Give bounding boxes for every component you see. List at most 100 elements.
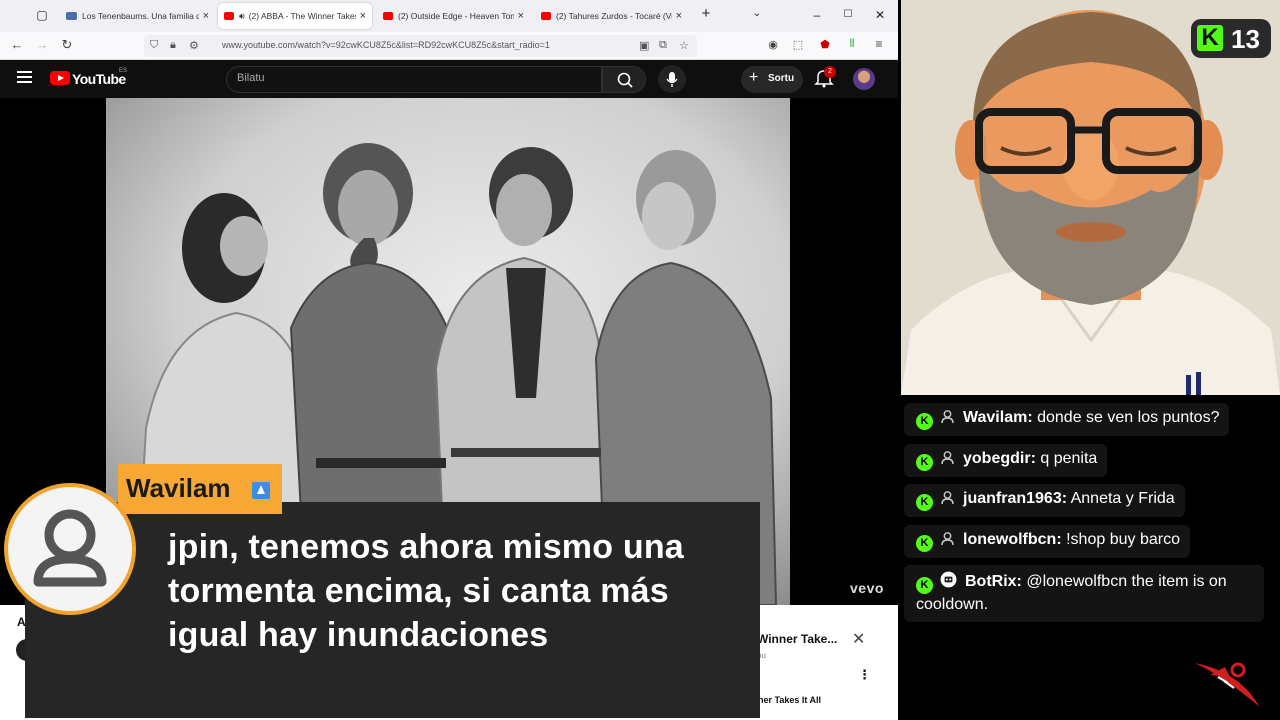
tab-overview-icon[interactable]: ▢ <box>34 8 50 22</box>
youtube-favicon-icon <box>224 12 234 20</box>
voice-search-button[interactable] <box>658 65 686 93</box>
address-bar[interactable]: ⛉ 🔒︎ ⚙ www.youtube.com/watch?v=92cwKCU8Z… <box>144 35 697 57</box>
create-button[interactable]: + Sortu <box>741 66 803 93</box>
plus-icon: + <box>749 69 759 86</box>
new-tab-icon[interactable]: + <box>698 5 714 22</box>
bookmark-star-icon[interactable]: ☆ <box>679 39 689 52</box>
back-icon[interactable]: ← <box>9 37 25 52</box>
more-options-icon[interactable]: ⋮ <box>858 667 871 683</box>
rocket-emote-icon <box>1195 662 1260 707</box>
tab-tenenbaums[interactable]: Los Tenenbaums. Una familia de × <box>60 3 215 29</box>
tab-abba[interactable]: 🔊︎ (2) ABBA - The Winner Takes × <box>218 3 372 29</box>
close-tab-icon[interactable]: × <box>360 10 366 22</box>
default-user-icon <box>33 509 107 587</box>
user-icon <box>941 451 954 465</box>
search-button[interactable] <box>602 66 646 93</box>
tab-label: Los Tenenbaums. Una familia de <box>82 11 199 21</box>
create-label: Sortu <box>768 73 795 84</box>
search-box[interactable] <box>226 66 602 93</box>
chat-message: K Wavilam: donde se ven los puntos? <box>904 403 1230 436</box>
playlist-title[interactable]: Winner Take... <box>757 632 837 646</box>
alert-avatar <box>4 483 136 615</box>
extensions-icon[interactable]: ⬚ <box>790 38 806 51</box>
hamburger-menu-icon[interactable] <box>17 71 32 83</box>
microphone-icon <box>666 72 678 87</box>
user-icon <box>941 410 954 424</box>
kick-icon: K <box>916 535 933 552</box>
minimize-icon[interactable]: – <box>809 8 825 22</box>
screenshot-icon[interactable]: ⧉ <box>659 39 667 52</box>
chat-username[interactable]: yobegdir: <box>963 450 1036 467</box>
chat-text: !shop buy barco <box>1066 531 1180 548</box>
chat-text: Anneta y Frida <box>1070 490 1175 507</box>
user-icon <box>941 532 954 546</box>
chat-username[interactable]: lonewolfbcn: <box>963 531 1062 548</box>
close-window-icon[interactable]: ✕ <box>872 8 888 22</box>
speaker-icon[interactable]: 🔊︎ <box>239 11 245 22</box>
audio-extension-icon[interactable]: ⦀ <box>844 38 860 51</box>
menu-icon[interactable]: ≡ <box>871 37 887 51</box>
youtube-favicon-icon <box>383 12 393 20</box>
user-avatar[interactable] <box>853 68 875 90</box>
kick-icon: K <box>916 577 933 594</box>
vevo-watermark: vevo <box>850 580 884 596</box>
close-icon[interactable]: ✕ <box>852 629 865 649</box>
youtube-wordmark[interactable]: YouTube <box>72 71 126 87</box>
viewer-count-badge: K 13 <box>1191 19 1271 58</box>
kick-icon: K <box>916 494 933 511</box>
playlist-panel[interactable]: Winner Take... ou ✕ ⋮ ner Takes It All <box>750 625 880 720</box>
close-tab-icon[interactable]: × <box>518 10 524 22</box>
reload-icon[interactable]: ↻ <box>59 37 75 53</box>
viewer-count: 13 <box>1231 24 1260 54</box>
chat-username[interactable]: juanfran1963: <box>963 490 1067 507</box>
kick-logo-icon: K <box>1197 25 1223 51</box>
lock-icon[interactable]: 🔒︎ <box>170 39 176 52</box>
tab-list-chevron-icon[interactable]: ⌄ <box>749 8 765 19</box>
webcam-feed <box>901 0 1280 395</box>
kick-icon: K <box>916 454 933 471</box>
chat-message: Kjuanfran1963: Anneta y Frida <box>904 484 1185 517</box>
chat-text: q penita <box>1040 450 1098 467</box>
adblock-icon[interactable]: ⬟ <box>817 38 833 51</box>
chat-text: @lonewolfbcn the item is on cooldown. <box>916 573 1227 613</box>
region-code: ES <box>119 68 128 74</box>
kick-icon: K <box>916 413 933 430</box>
search-icon <box>617 72 633 88</box>
picture-in-picture-icon[interactable]: ▣ <box>639 39 649 52</box>
tab-favicon-icon <box>66 12 77 20</box>
chat-message: Klonewolfbcn: !shop buy barco <box>904 525 1190 558</box>
youtube-logo-icon[interactable] <box>50 71 70 85</box>
close-tab-icon[interactable]: × <box>676 10 682 22</box>
tab-outside-edge[interactable]: (2) Outside Edge - Heaven Tonic × <box>377 3 530 29</box>
alert-username: Wavilam <box>126 473 231 503</box>
youtube-header: YouTube ES + Sortu <box>0 60 898 98</box>
chat-username[interactable]: BotRix: <box>965 573 1022 590</box>
tab-label: (2) Outside Edge - Heaven Tonic <box>398 11 514 21</box>
chat-username[interactable]: Wavilam: <box>963 409 1033 426</box>
alert-username-tag: Wavilam <box>118 464 282 514</box>
tab-label: (2) Tahures Zurdos - Tocaré (Vid <box>556 11 672 21</box>
tab-bar: ▢ Los Tenenbaums. Una familia de × 🔊︎ (2… <box>0 0 898 32</box>
chat-message: Kyobegdir: q penita <box>904 444 1108 477</box>
tab-label: (2) ABBA - The Winner Takes <box>248 11 356 21</box>
subscriber-badge-icon <box>252 482 270 499</box>
navigation-bar: ← → ↻ ⛉ 🔒︎ ⚙ www.youtube.com/watch?v=92c… <box>0 32 898 60</box>
forward-icon[interactable]: → <box>34 37 50 52</box>
notification-count-badge: 2 <box>824 66 836 78</box>
url-text: www.youtube.com/watch?v=92cwKCU8Z5c&list… <box>222 40 550 50</box>
youtube-favicon-icon <box>541 12 551 20</box>
search-input[interactable] <box>237 72 577 84</box>
screen: ▢ Los Tenenbaums. Una familia de × 🔊︎ (2… <box>0 0 1280 720</box>
close-tab-icon[interactable]: × <box>203 10 209 22</box>
playlist-item-title[interactable]: ner Takes It All <box>758 695 821 705</box>
maximize-icon[interactable]: ☐ <box>840 9 856 20</box>
user-icon <box>941 491 954 505</box>
alert-message: jpin, tenemos ahora mismo una tormenta e… <box>168 528 684 654</box>
shield-icon[interactable]: ⛉ <box>150 39 158 52</box>
permissions-icon[interactable]: ⚙ <box>189 39 199 52</box>
bot-icon <box>940 571 957 588</box>
tab-tahures-zurdos[interactable]: (2) Tahures Zurdos - Tocaré (Vid × <box>535 3 688 29</box>
chat-message: K BotRix: @lonewolfbcn the item is on coo… <box>904 565 1264 622</box>
account-icon[interactable]: ◉ <box>765 38 781 51</box>
chat-text: donde se ven los puntos? <box>1037 409 1220 426</box>
